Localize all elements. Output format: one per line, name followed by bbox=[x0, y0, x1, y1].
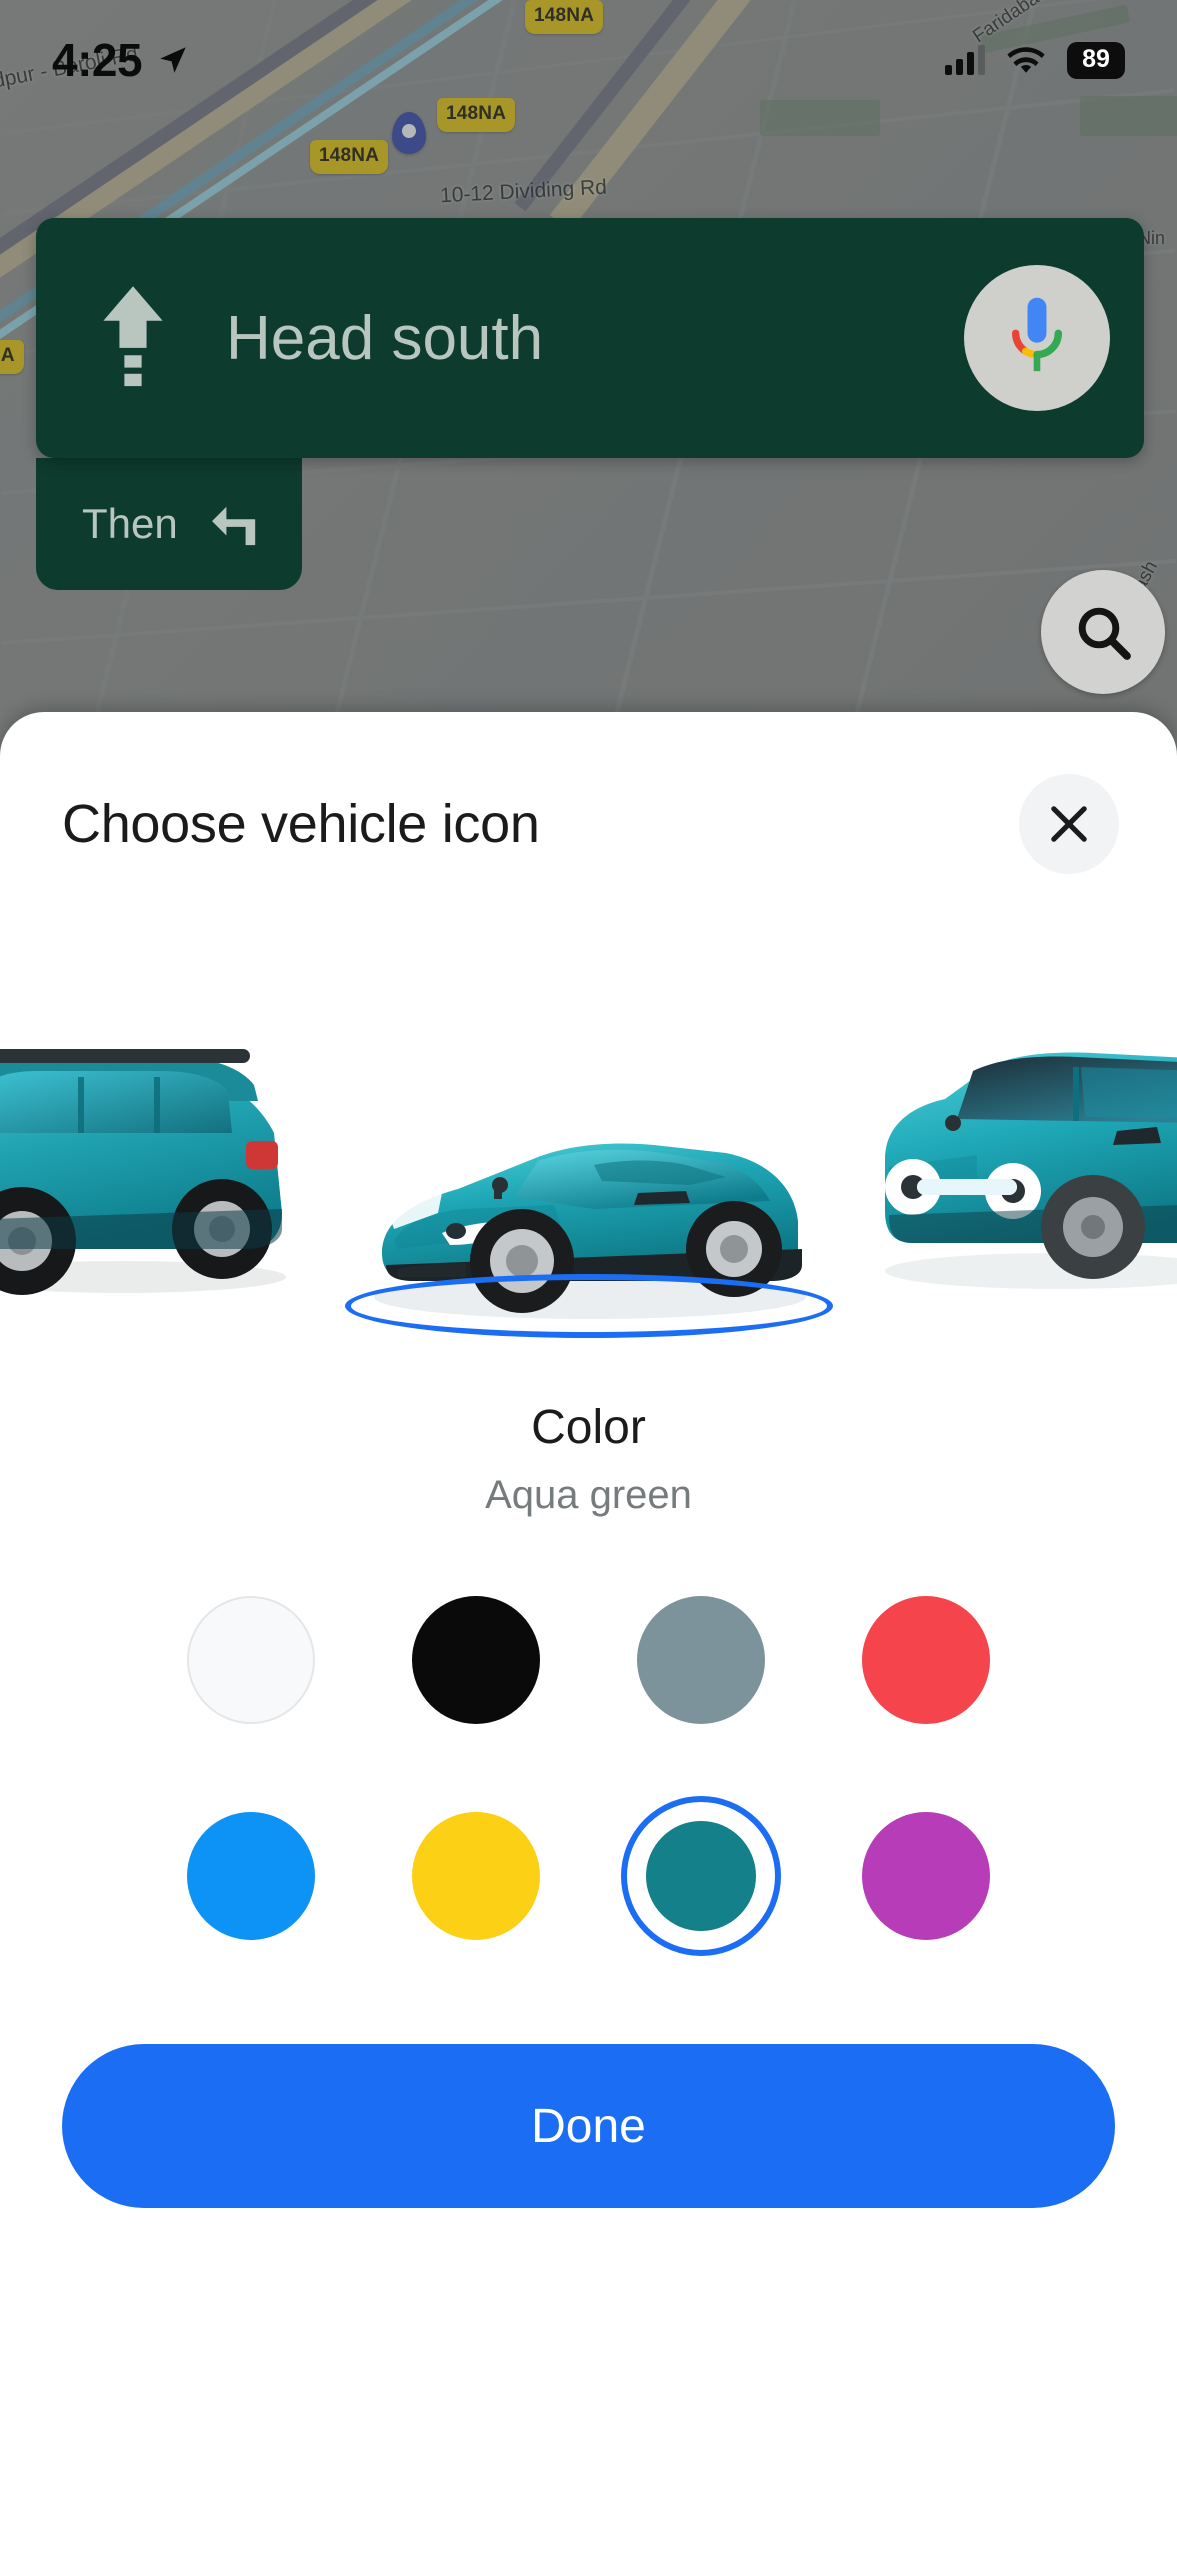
color-swatch-black[interactable] bbox=[396, 1580, 556, 1740]
color-swatch-white[interactable] bbox=[171, 1580, 331, 1740]
color-swatch-yellow[interactable] bbox=[396, 1796, 556, 1956]
vehicle-selection-indicator bbox=[344, 1274, 833, 1338]
color-swatch-fill bbox=[637, 1596, 765, 1724]
close-icon bbox=[1051, 806, 1087, 842]
sports-car-vehicle-option[interactable] bbox=[344, 1097, 833, 1342]
selected-color-name: Aqua green bbox=[485, 1473, 692, 1517]
map-search-button[interactable] bbox=[1041, 570, 1165, 694]
close-button[interactable] bbox=[1019, 774, 1119, 874]
color-swatch-red[interactable] bbox=[846, 1580, 1006, 1740]
page-title: Choose vehicle icon bbox=[62, 794, 540, 854]
status-bar-clock: 4:25 bbox=[52, 34, 143, 86]
color-swatch-magenta[interactable] bbox=[846, 1796, 1006, 1956]
navigation-instruction-text: Head south bbox=[226, 303, 544, 373]
color-swatch-fill bbox=[862, 1812, 990, 1940]
status-bar: 4:25 89 bbox=[0, 0, 1177, 120]
cellular-signal-icon bbox=[945, 45, 985, 75]
then-label: Then bbox=[82, 500, 178, 547]
status-bar-left: 4:25 bbox=[52, 33, 190, 87]
google-assistant-mic-button[interactable] bbox=[964, 265, 1110, 411]
phone-screen: 148NA 148NA 148NA NA dpur - Baroli Rd 10… bbox=[0, 0, 1177, 2560]
battery-indicator: 89 bbox=[1067, 41, 1125, 79]
sheet-header: Choose vehicle icon bbox=[0, 712, 1177, 874]
status-bar-right: 89 bbox=[945, 41, 1125, 79]
google-assistant-mic-icon bbox=[1012, 297, 1062, 372]
color-section-title: Color bbox=[531, 1401, 646, 1454]
color-swatch-fill bbox=[412, 1812, 540, 1940]
color-swatch-fill bbox=[646, 1821, 756, 1931]
color-section: Color Aqua green bbox=[0, 1400, 1177, 1518]
next-maneuver-chip[interactable]: Then bbox=[36, 458, 302, 590]
color-swatch-aqua-green[interactable] bbox=[621, 1796, 781, 1956]
color-swatch-fill bbox=[187, 1596, 315, 1724]
color-swatch-fill bbox=[187, 1812, 315, 1940]
color-swatch-slate[interactable] bbox=[621, 1580, 781, 1740]
color-swatch-fill bbox=[412, 1596, 540, 1724]
wifi-icon bbox=[1007, 47, 1045, 73]
navigation-arrow-icon bbox=[160, 47, 186, 73]
done-button[interactable]: Done bbox=[62, 2044, 1115, 2208]
hatchback-icon bbox=[885, 1052, 1177, 1289]
hatchback-vehicle-option[interactable] bbox=[857, 1019, 1177, 1314]
arrow-straight-up-icon bbox=[103, 286, 163, 387]
color-swatch-blue[interactable] bbox=[171, 1796, 331, 1956]
choose-vehicle-icon-sheet: Choose vehicle icon Color Aqua green Don… bbox=[0, 712, 1177, 2560]
suv-vehicle-option[interactable] bbox=[0, 1021, 322, 1326]
search-icon bbox=[1078, 607, 1131, 660]
turn-left-arrow-icon bbox=[211, 506, 255, 546]
color-swatch-fill bbox=[862, 1596, 990, 1724]
suv-icon bbox=[0, 1049, 286, 1295]
color-swatch-grid[interactable] bbox=[139, 1580, 1039, 1956]
vehicle-carousel[interactable] bbox=[0, 1018, 1177, 1348]
navigation-instruction-banner[interactable]: Head south bbox=[36, 218, 1144, 458]
